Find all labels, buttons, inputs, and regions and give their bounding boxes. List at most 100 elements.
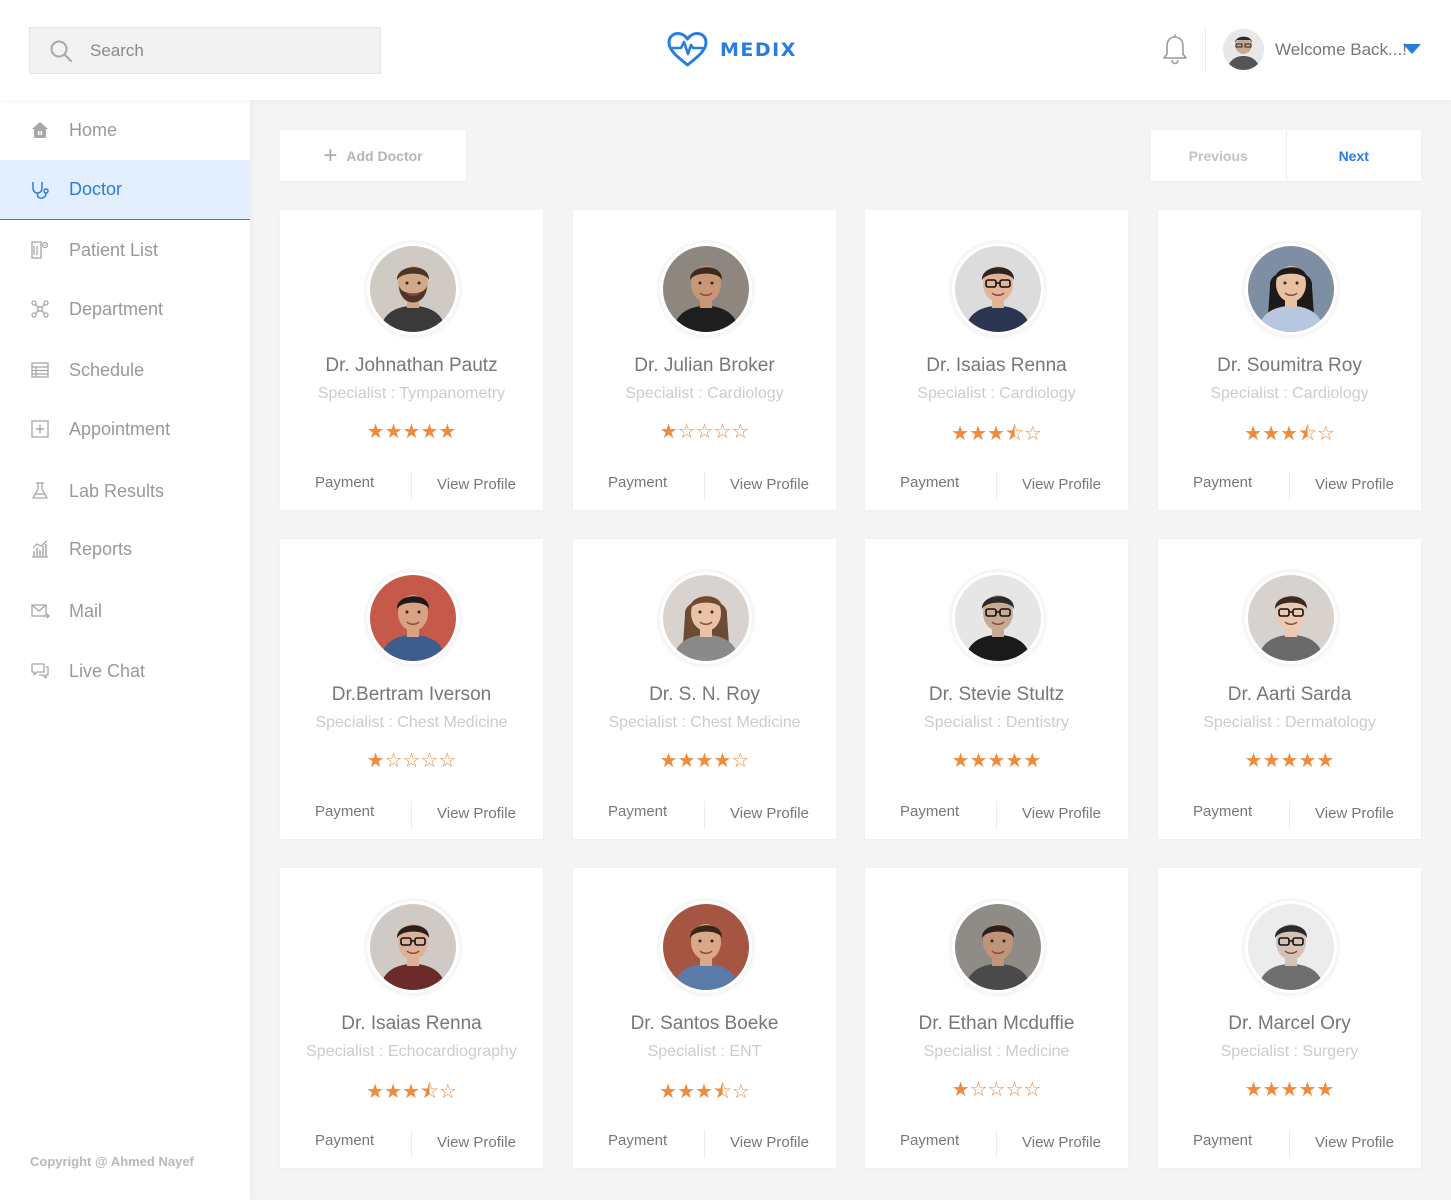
rating-stars: ★★★★★ [1244, 1077, 1335, 1101]
doctor-photo[interactable] [663, 575, 749, 661]
actions-divider [704, 472, 705, 500]
doctor-photo-frame [660, 901, 752, 993]
view-profile-button[interactable]: View Profile [437, 805, 516, 822]
payment-button[interactable]: Payment [608, 474, 667, 491]
sidebar-item-doctor[interactable]: Doctor [0, 160, 250, 220]
sidebar-item-label: Mail [69, 600, 103, 621]
sidebar-item-mail[interactable]: Mail [0, 581, 250, 641]
sidebar-item-label: Schedule [69, 359, 145, 380]
view-profile-button[interactable]: View Profile [1315, 476, 1394, 493]
search-input[interactable] [90, 40, 350, 61]
doctor-specialty: Specialist : Cardiology [917, 385, 1076, 402]
actions-divider [1289, 801, 1290, 829]
sidebar-item-appointment[interactable]: Appointment [0, 399, 250, 459]
payment-button[interactable]: Payment [900, 1132, 959, 1149]
stethoscope-icon [30, 180, 50, 200]
payment-button[interactable]: Payment [315, 474, 374, 491]
doctor-photo[interactable] [370, 575, 456, 661]
doctor-photo[interactable] [1248, 575, 1334, 661]
payment-button[interactable]: Payment [315, 803, 374, 820]
payment-button[interactable]: Payment [1193, 474, 1252, 491]
rating-stars: ★★★⯪☆ [366, 1079, 457, 1103]
view-profile-button[interactable]: View Profile [1022, 1134, 1101, 1151]
actions-divider [411, 801, 412, 829]
add-doctor-button[interactable]: + Add Doctor [280, 130, 466, 181]
sidebar-item-schedule[interactable]: Schedule [0, 340, 250, 400]
doctor-photo-frame [1245, 243, 1337, 335]
view-profile-button[interactable]: View Profile [730, 476, 809, 493]
plus-icon: + [323, 141, 338, 169]
sidebar-item-department[interactable]: Department [0, 279, 250, 339]
view-profile-button[interactable]: View Profile [1315, 1134, 1394, 1151]
rating-stars: ★☆☆☆☆ [951, 1077, 1042, 1101]
doctor-specialty: Specialist : Tympanometry [317, 385, 506, 402]
doctor-photo[interactable] [955, 575, 1041, 661]
sidebar-item-live-chat[interactable]: Live Chat [0, 641, 250, 701]
brand-logo[interactable]: MEDIX [667, 30, 797, 70]
doctor-photo[interactable] [955, 246, 1041, 332]
view-profile-button[interactable]: View Profile [1022, 476, 1101, 493]
payment-button[interactable]: Payment [900, 803, 959, 820]
view-profile-button[interactable]: View Profile [730, 805, 809, 822]
doctor-photo[interactable] [663, 246, 749, 332]
sidebar-item-reports[interactable]: Reports [0, 519, 250, 579]
doctor-photo[interactable] [1248, 246, 1334, 332]
doctor-photo[interactable] [370, 904, 456, 990]
doctor-photo[interactable] [663, 904, 749, 990]
payment-button[interactable]: Payment [1193, 1132, 1252, 1149]
header-divider [1205, 28, 1206, 72]
card-actions: Payment View Profile [280, 1126, 543, 1158]
doctor-specialty: Specialist : Cardiology [1210, 385, 1369, 402]
actions-divider [1289, 472, 1290, 500]
card-actions: Payment View Profile [1158, 468, 1421, 500]
actions-divider [411, 1130, 412, 1158]
notification-bell-icon[interactable] [1162, 34, 1188, 66]
actions-divider [996, 472, 997, 500]
sidebar-item-label: Live Chat [69, 660, 146, 681]
doctor-card: Dr. Aarti Sarda Specialist : Dermatology ★… [1158, 539, 1421, 839]
view-profile-button[interactable]: View Profile [437, 476, 516, 493]
doctor-photo[interactable] [1248, 904, 1334, 990]
card-actions: Payment View Profile [1158, 1126, 1421, 1158]
view-profile-button[interactable]: View Profile [1315, 805, 1394, 822]
sidebar-item-label: Department [69, 298, 164, 319]
card-actions: Payment View Profile [573, 1126, 836, 1158]
sidebar-item-lab-results[interactable]: Lab Results [0, 461, 250, 521]
payment-button[interactable]: Payment [608, 1132, 667, 1149]
chevron-down-icon[interactable] [1403, 44, 1421, 54]
card-actions: Payment View Profile [865, 1126, 1128, 1158]
payment-button[interactable]: Payment [608, 803, 667, 820]
card-actions: Payment View Profile [573, 468, 836, 500]
user-avatar[interactable] [1223, 29, 1264, 70]
doctor-name: Dr. Stevie Stultz [928, 684, 1065, 705]
doctor-name: Dr.Bertram Iverson [331, 684, 492, 705]
rating-stars: ★☆☆☆☆ [366, 748, 457, 772]
rating-stars: ★★★★★ [366, 419, 457, 443]
welcome-text[interactable]: Welcome Back...! [1275, 40, 1407, 60]
patient-list-icon [30, 240, 50, 260]
view-profile-button[interactable]: View Profile [437, 1134, 516, 1151]
doctor-photo[interactable] [370, 246, 456, 332]
doctor-photo[interactable] [955, 904, 1041, 990]
previous-button[interactable]: Previous [1151, 148, 1286, 164]
doctor-photo-frame [660, 243, 752, 335]
sidebar-item-home[interactable]: Home [0, 100, 250, 160]
doctor-name: Dr. Ethan Mcduffie [918, 1013, 1075, 1034]
payment-button[interactable]: Payment [1193, 803, 1252, 820]
appointment-icon [30, 419, 50, 439]
payment-button[interactable]: Payment [315, 1132, 374, 1149]
next-button[interactable]: Next [1287, 148, 1422, 164]
search-box[interactable] [29, 27, 381, 74]
payment-button[interactable]: Payment [900, 474, 959, 491]
card-actions: Payment View Profile [865, 797, 1128, 829]
doctor-specialty: Specialist : Medicine [923, 1043, 1070, 1060]
doctor-photo-frame [367, 901, 459, 993]
sidebar: Home Doctor Patient List Department Schedule… [0, 100, 250, 1200]
heart-pulse-icon [667, 32, 708, 67]
view-profile-button[interactable]: View Profile [1022, 805, 1101, 822]
actions-divider [411, 472, 412, 500]
view-profile-button[interactable]: View Profile [730, 1134, 809, 1151]
mail-icon [30, 601, 50, 621]
sidebar-item-patient-list[interactable]: Patient List [0, 220, 250, 280]
doctor-name: Dr. S. N. Roy [649, 684, 760, 705]
